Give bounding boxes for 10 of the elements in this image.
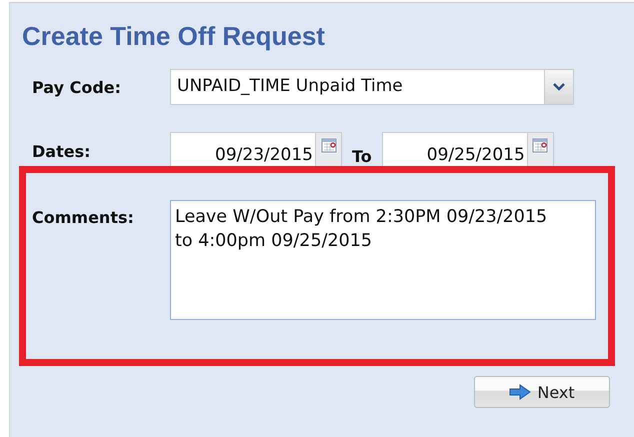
form-title: Create Time Off Request — [21, 20, 326, 53]
to-label: To — [351, 146, 373, 166]
next-button[interactable]: Next — [474, 376, 610, 408]
field-label: Pay Code: — [32, 78, 122, 96]
arrow-right-icon — [509, 384, 532, 400]
field-label: Comments: — [32, 207, 135, 227]
comments-field[interactable]: Leave W/Out Pay from 2:30PM 09/23/2015 to 4:00pm 09/25/2015 — [170, 200, 596, 320]
chevron-down-icon — [553, 83, 565, 91]
pay-code-dropdown[interactable]: UNPAID_TIME Unpaid Time — [170, 69, 574, 105]
field-label: Dates: — [32, 142, 92, 160]
